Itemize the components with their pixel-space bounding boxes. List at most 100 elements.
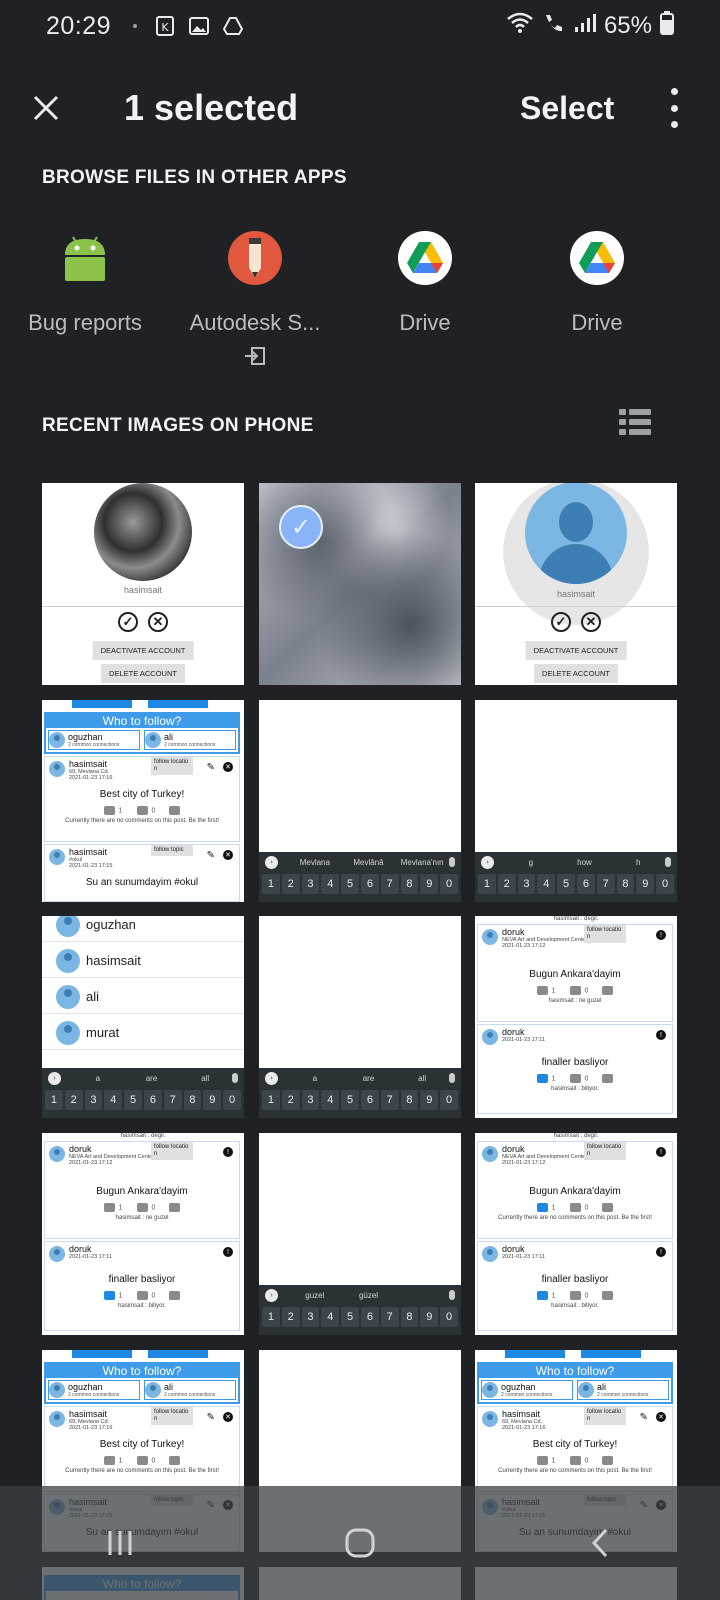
key: 8	[183, 1090, 202, 1110]
app-label: Bug reports	[28, 310, 142, 335]
status-dot	[133, 24, 138, 28]
image-thumbnail-feed[interactable]: Who to follow? oguzhan 2 common connectio…	[42, 700, 244, 902]
image-thumbnail-user-list[interactable]: oguzhan hasimsait ali murat › a are all 123…	[42, 916, 244, 1118]
image-thumbnail-keyboard[interactable]: › g how h 1234567890	[475, 700, 677, 902]
post-text: finaller basliyor	[541, 1274, 609, 1285]
mic-icon	[665, 857, 672, 867]
back-icon	[591, 1528, 608, 1558]
dislike-icon	[136, 1456, 148, 1465]
chevron-icon: ›	[265, 855, 278, 869]
post-text: finaller basliyor	[108, 1274, 176, 1285]
image-thumbnail-profile[interactable]: hasimsait ✓ ✕ DEACTIVATE ACCOUNT DELETE A…	[42, 483, 244, 685]
post-meta: 69, Mevlana Cd. 2021-01-23 17:16	[69, 769, 112, 781]
keyboard: › guzel güzel 1234567890	[259, 1285, 461, 1335]
image-thumbnail-keyboard[interactable]: › guzel güzel 1234567890	[259, 1133, 461, 1335]
app-drive-2[interactable]: Drive	[512, 228, 682, 336]
post-reactions: 10	[45, 1456, 239, 1465]
app-drive-1[interactable]: Drive	[340, 228, 510, 336]
delete-icon: ✕	[223, 1412, 233, 1422]
follow-location-label: follow locatio n	[584, 925, 626, 943]
battery-text: 65%	[603, 12, 652, 39]
comment-icon	[602, 1074, 614, 1083]
more-dot	[670, 104, 678, 112]
close-button[interactable]	[16, 78, 76, 138]
app-label: Autodesk S...	[189, 310, 321, 335]
post-date: 2021-01-23 17:16	[502, 1425, 546, 1431]
user-name: oguzhan	[68, 731, 103, 742]
key: 3	[301, 1090, 320, 1110]
chevron-icon: ›	[265, 1288, 278, 1302]
home-icon	[345, 1528, 375, 1558]
more-options-button[interactable]	[660, 88, 688, 128]
back-button[interactable]	[570, 1513, 630, 1573]
dislike-icon	[569, 1203, 581, 1212]
comment-text: hasimsait : bitiyor.	[551, 1086, 599, 1092]
key: 9	[420, 874, 439, 894]
key: 3	[517, 874, 536, 894]
app-bug-reports[interactable]: Bug reports	[0, 228, 170, 336]
key: 6	[576, 874, 595, 894]
comment-text: hasimsait : degil.	[553, 1133, 599, 1139]
dislike-count: 0	[584, 1457, 589, 1465]
comment-icon	[169, 1291, 181, 1300]
recent-section-title: RECENT IMAGES ON PHONE	[42, 415, 314, 436]
suggested-user: oguzhan 2 common connections	[481, 1380, 573, 1400]
avatar	[49, 1146, 65, 1162]
feed-tab-buttons	[475, 1350, 677, 1362]
post-author: doruk	[502, 927, 525, 937]
notification-k-icon: K	[155, 16, 175, 36]
list-view-toggle[interactable]	[619, 409, 651, 435]
divider	[475, 606, 677, 607]
post-date: 2021-01-23 17:15	[69, 863, 113, 869]
image-thumbnail-selected[interactable]: ✓	[259, 483, 461, 685]
app-autodesk-sketchbook[interactable]: Autodesk S...	[170, 228, 340, 370]
suggestion: how	[577, 857, 592, 867]
profile-username: hasimsait	[556, 589, 595, 599]
avatar	[482, 1411, 498, 1427]
number-row: 1234567890	[259, 1088, 461, 1112]
home-button[interactable]	[330, 1513, 390, 1573]
open-external-icon	[243, 346, 267, 370]
avatar	[56, 948, 80, 973]
select-button[interactable]: Select	[520, 90, 614, 127]
image-thumbnail-doruk-feed[interactable]: hasimsait : degil. doruk NEVA Art and De…	[475, 1133, 677, 1335]
post-meta: 69, Mevlana Cd. 2021-01-23 17:16	[69, 1419, 112, 1431]
dislike-count: 0	[584, 1075, 589, 1083]
key: 5	[341, 1090, 359, 1110]
image-thumbnail-doruk-feed[interactable]: hasimsait : degil. doruk NEVA Art and De…	[42, 1133, 244, 1335]
image-thumbnail-profile[interactable]: hasimsait ✓ ✕ DEACTIVATE ACCOUNT DELETE A…	[475, 483, 677, 685]
key: 2	[281, 874, 300, 894]
feed-post: hasimsait 69, Mevlana Cd. 2021-01-23 17:1…	[44, 1406, 240, 1492]
user-name: oguzhan	[501, 1381, 536, 1392]
post-reactions: 10	[478, 986, 672, 995]
recent-apps-button[interactable]	[90, 1513, 150, 1573]
follow-topic-label: follow topic	[151, 845, 193, 856]
dislike-icon	[569, 1456, 581, 1465]
follow-location-label: follow locatio n	[584, 1142, 626, 1160]
chevron-icon: ›	[265, 1071, 278, 1085]
like-count: 1	[551, 987, 556, 995]
battery-icon	[660, 10, 674, 42]
avatar	[482, 1246, 498, 1262]
key: 2	[281, 1090, 300, 1110]
number-row: 1234567890	[259, 872, 461, 896]
avatar	[56, 916, 80, 937]
autodesk-sketchbook-icon	[225, 228, 285, 288]
key: 0	[656, 874, 674, 894]
common-connections: 2 common connections	[164, 1391, 216, 1398]
dislike-icon	[569, 1291, 581, 1300]
list-item: ali	[42, 980, 244, 1014]
who-to-follow: Who to follow? oguzhan 2 common connectio…	[44, 712, 240, 754]
follow-location-label: follow locatio n	[151, 1407, 193, 1425]
feed-post: doruk NEVA Art and Development Center 202…	[477, 1141, 673, 1239]
post-date: 2021-01-23 17:16	[69, 1425, 113, 1431]
who-to-follow-title: Who to follow?	[46, 714, 238, 728]
image-thumbnail-keyboard[interactable]: › Mevlana Mevlânâ Mevlana'nın 1234567890	[259, 700, 461, 902]
delete-icon: ✕	[223, 850, 233, 860]
avatar	[578, 1382, 594, 1398]
edit-icon: ✎	[639, 1412, 648, 1423]
image-thumbnail-keyboard[interactable]: › a are all 1234567890	[259, 916, 461, 1118]
user-name: ali	[597, 1381, 607, 1392]
image-thumbnail-doruk-feed[interactable]: hasimsait : degil. doruk NEVA Art and De…	[475, 916, 677, 1118]
key: 2	[497, 874, 516, 894]
